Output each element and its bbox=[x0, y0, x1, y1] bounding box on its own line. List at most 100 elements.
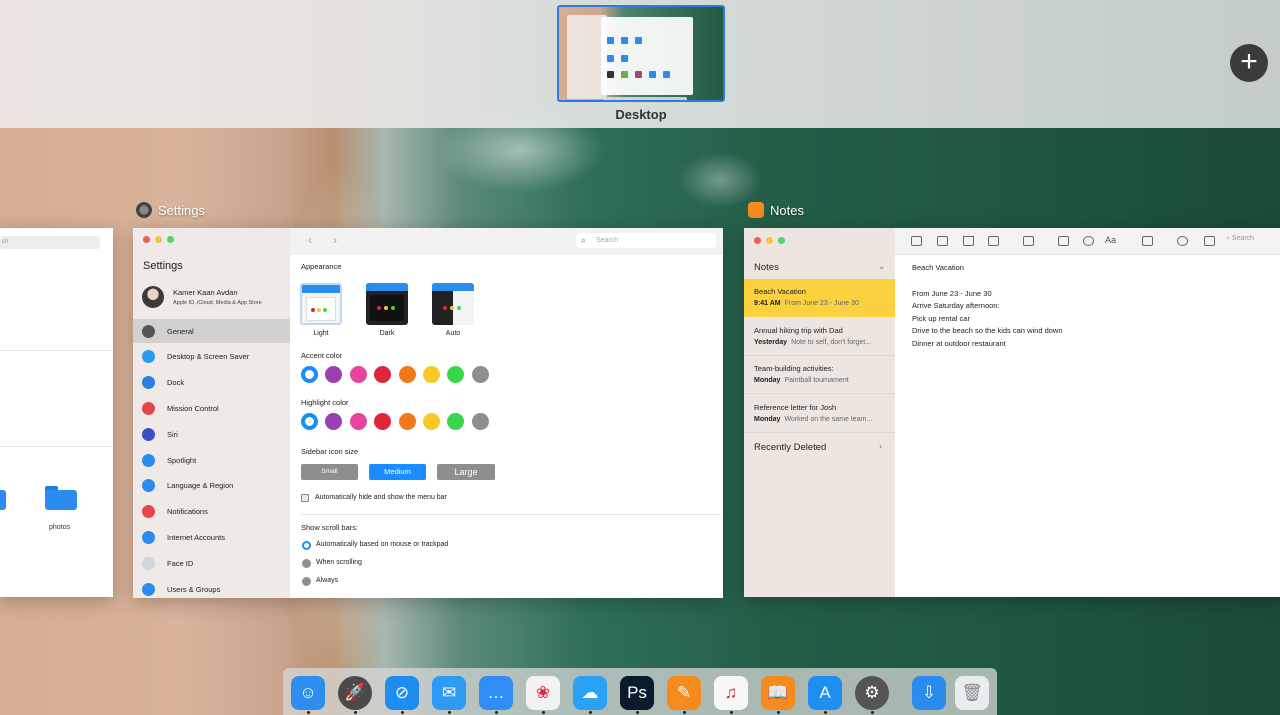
note-list-item[interactable]: Team-building activities: Monday Paintball… bbox=[744, 356, 895, 395]
gallery-view-icon[interactable] bbox=[937, 236, 948, 246]
thumb-folder bbox=[649, 71, 656, 78]
app-store-icon[interactable]: A bbox=[808, 676, 842, 710]
sidebar-item-face-id[interactable]: Face ID bbox=[133, 551, 290, 575]
notes-app-icon[interactable]: ✎ bbox=[667, 676, 701, 710]
accent-color-swatch[interactable] bbox=[447, 366, 465, 383]
note-item-date: 9:41 AM bbox=[754, 300, 781, 307]
settings-window-title[interactable]: Settings bbox=[136, 202, 205, 218]
scroll-auto-radio[interactable] bbox=[302, 541, 311, 550]
sidebar-item-internet-accounts[interactable]: Internet Accounts bbox=[133, 525, 290, 549]
downloads-folder-icon[interactable]: ⇩ bbox=[912, 676, 946, 710]
notes-search-input[interactable]: ⌕ Search bbox=[1226, 235, 1254, 243]
finder-icon[interactable]: ☺ bbox=[291, 676, 325, 710]
sidebar-item-mission-control[interactable]: Mission Control bbox=[133, 396, 290, 420]
books-icon[interactable]: 📖 bbox=[761, 676, 795, 710]
note-list-item[interactable]: Beach Vacation 9:41 AM From June 23 - June… bbox=[744, 279, 895, 317]
checklist-icon[interactable] bbox=[1083, 236, 1094, 246]
lock-icon[interactable] bbox=[1023, 236, 1034, 246]
minimize-button[interactable] bbox=[766, 237, 773, 244]
appearance-dark-option[interactable] bbox=[366, 283, 408, 325]
size-small-button[interactable]: Small bbox=[301, 464, 358, 480]
thumb-folder bbox=[663, 71, 670, 78]
accent-color-swatch[interactable] bbox=[325, 366, 343, 383]
accent-color-swatch[interactable] bbox=[349, 366, 367, 383]
safari-icon[interactable]: ⊘ bbox=[385, 676, 419, 710]
system-preferences-icon[interactable]: ⚙ bbox=[855, 676, 889, 710]
trash-icon[interactable] bbox=[963, 236, 974, 246]
zoom-button[interactable] bbox=[167, 236, 174, 243]
media-icon[interactable] bbox=[1142, 236, 1153, 246]
mail-icon[interactable]: ✉ bbox=[432, 676, 466, 710]
note-list-item[interactable]: Reference letter for Josh Monday Worked on… bbox=[744, 395, 895, 434]
note-list-item[interactable]: Annual hiking trip with Dad Yesterday Note… bbox=[744, 318, 895, 356]
settings-window[interactable]: Settings Kamer Kaan Avdan Apple ID, iClo… bbox=[133, 228, 723, 598]
sidebar-item-language-region[interactable]: Language & Region bbox=[133, 474, 290, 498]
settings-search-input[interactable]: ⌕ Search bbox=[576, 233, 716, 248]
zoom-button[interactable] bbox=[778, 237, 785, 244]
accent-color-swatch[interactable] bbox=[423, 366, 440, 383]
highlight-color-swatch[interactable] bbox=[374, 413, 392, 430]
accent-color-swatch[interactable] bbox=[374, 366, 392, 383]
note-body-line: Drive to the beach so the kids can wind … bbox=[912, 326, 1063, 335]
sidebar-item-desktop-screen-saver[interactable]: Desktop & Screen Saver bbox=[133, 345, 290, 369]
highlight-color-swatch[interactable] bbox=[447, 413, 465, 430]
finder-search-field[interactable]: ch bbox=[0, 236, 100, 249]
add-space-button[interactable]: + bbox=[1230, 44, 1268, 82]
menu-bar-checkbox[interactable] bbox=[301, 494, 309, 502]
profile-name[interactable]: Kamer Kaan Avdan bbox=[173, 288, 238, 297]
music-icon[interactable]: ♫ bbox=[714, 676, 748, 710]
notes-folder-header[interactable]: Notes bbox=[754, 262, 779, 273]
size-medium-button[interactable]: Medium bbox=[369, 464, 426, 480]
close-button[interactable] bbox=[754, 237, 761, 244]
chevron-down-icon[interactable]: ⌄ bbox=[878, 261, 886, 272]
appearance-light-option[interactable] bbox=[300, 283, 342, 325]
highlight-color-swatch[interactable] bbox=[471, 413, 489, 430]
folder-icon[interactable] bbox=[0, 486, 6, 510]
photos-icon[interactable]: ❀ bbox=[526, 676, 560, 710]
sidebar-item-dock[interactable]: Dock bbox=[133, 371, 290, 395]
highlight-color-swatch[interactable] bbox=[398, 413, 416, 430]
sidebar-item-users-groups[interactable]: Users & Groups bbox=[133, 577, 290, 598]
size-large-button[interactable]: Large bbox=[437, 464, 495, 480]
scroll-always-radio[interactable] bbox=[302, 577, 311, 586]
close-button[interactable] bbox=[143, 236, 150, 243]
accent-color-swatch[interactable] bbox=[301, 366, 318, 383]
share-icon[interactable] bbox=[1204, 236, 1215, 246]
settings-title-text: Settings bbox=[158, 202, 205, 218]
photos-folder-icon[interactable] bbox=[45, 486, 77, 510]
compose-icon[interactable] bbox=[988, 236, 999, 246]
highlight-color-swatch[interactable] bbox=[349, 413, 367, 430]
table-icon[interactable] bbox=[1058, 236, 1069, 246]
sidebar-item-siri[interactable]: Siri bbox=[133, 422, 290, 446]
trash-icon[interactable]: 🗑 bbox=[955, 676, 989, 710]
chevron-right-icon[interactable]: › bbox=[879, 441, 882, 451]
highlight-color-swatch[interactable] bbox=[301, 413, 318, 430]
notes-window[interactable]: Notes ⌄ Beach Vacation 9:41 AM From June 2… bbox=[744, 228, 1280, 597]
notes-window-title[interactable]: Notes bbox=[748, 202, 804, 218]
accent-color-swatch[interactable] bbox=[398, 366, 416, 383]
launchpad-icon[interactable]: 🚀 bbox=[338, 676, 372, 710]
forward-button[interactable]: › bbox=[333, 233, 337, 247]
format-text-icon[interactable]: Aa bbox=[1105, 235, 1116, 245]
sidebar-toggle-icon[interactable] bbox=[911, 236, 922, 246]
minimize-button[interactable] bbox=[155, 236, 162, 243]
sidebar-item-notifications[interactable]: Notifications bbox=[133, 500, 290, 524]
scroll-when-scrolling-radio[interactable] bbox=[302, 559, 311, 568]
weather-icon[interactable]: ☁ bbox=[573, 676, 607, 710]
sidebar-item-spotlight[interactable]: Spotlight bbox=[133, 448, 290, 472]
avatar[interactable] bbox=[142, 286, 164, 308]
highlight-color-swatch[interactable] bbox=[423, 413, 440, 430]
recently-deleted-folder[interactable]: Recently Deleted bbox=[754, 442, 826, 453]
desktop-space-thumbnail[interactable] bbox=[557, 5, 725, 102]
finder-window[interactable]: ch photos bbox=[0, 228, 113, 597]
highlight-color-swatch[interactable] bbox=[325, 413, 343, 430]
sidebar-item-general[interactable]: General bbox=[133, 319, 290, 343]
collaborate-icon[interactable] bbox=[1177, 236, 1188, 246]
back-button[interactable]: ‹ bbox=[308, 233, 312, 247]
messages-icon[interactable]: … bbox=[479, 676, 513, 710]
running-indicator bbox=[354, 711, 357, 714]
note-editor[interactable]: Aa ⌕ Search Beach Vacation From June 23 … bbox=[895, 228, 1280, 597]
appearance-auto-option[interactable] bbox=[432, 283, 474, 325]
photoshop-icon[interactable]: Ps bbox=[620, 676, 654, 710]
accent-color-swatch[interactable] bbox=[471, 366, 489, 383]
